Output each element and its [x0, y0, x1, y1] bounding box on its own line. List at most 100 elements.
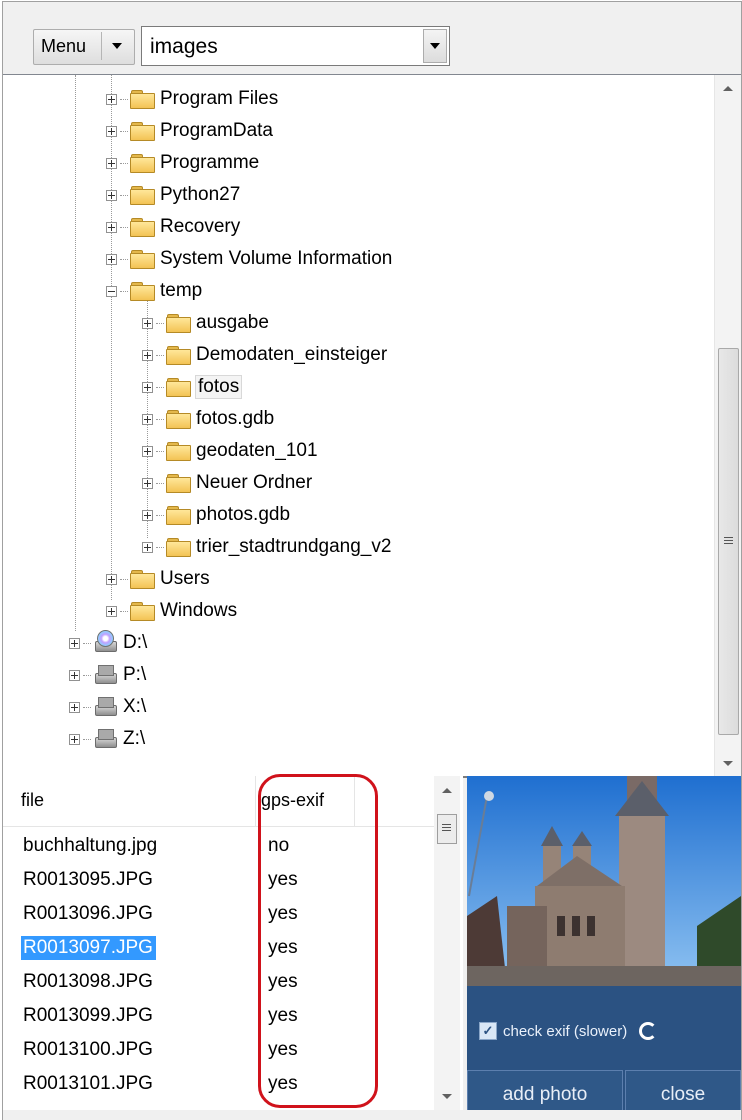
expand-icon[interactable] [106, 573, 117, 585]
tree-scrollbar[interactable] [714, 75, 741, 776]
check-exif-label: check exif (slower) [503, 1022, 628, 1040]
tree-node[interactable]: Windows [106, 596, 237, 626]
file-list[interactable]: file gps-exif buchhaltung.jpg no R0013095… [3, 776, 463, 1120]
tree-node-drive[interactable]: X:\ [69, 692, 146, 722]
folder-tree[interactable]: Program Files ProgramData Programme Pyth… [3, 74, 741, 778]
tree-node-label: Demodaten_einsteiger [196, 344, 388, 365]
tree-node[interactable]: temp [106, 276, 202, 306]
tree-node[interactable]: geodaten_101 [142, 436, 318, 466]
tree-node[interactable]: fotos.gdb [142, 404, 274, 434]
scroll-down-button[interactable] [715, 750, 741, 776]
collapse-icon[interactable] [106, 285, 117, 297]
scroll-thumb[interactable] [437, 814, 457, 844]
tree-node[interactable]: ProgramData [106, 116, 273, 146]
file-name: R0013097.JPG [21, 936, 156, 960]
tree-node-drive[interactable]: P:\ [69, 660, 146, 690]
tree-node[interactable]: Neuer Ordner [142, 468, 312, 498]
tree-node[interactable]: Program Files [106, 84, 278, 114]
arrow-up-icon [723, 85, 733, 91]
path-value: images [150, 35, 218, 58]
expand-icon[interactable] [142, 349, 153, 361]
expand-icon[interactable] [142, 509, 153, 521]
expand-icon[interactable] [142, 477, 153, 489]
file-name: R0013096.JPG [23, 903, 153, 924]
expand-icon[interactable] [69, 669, 80, 681]
tree-node[interactable]: ausgabe [142, 308, 269, 338]
cd-drive-icon [93, 630, 117, 654]
app-window: Menu images Program Files ProgramData Pr… [2, 1, 742, 1120]
folder-icon [166, 442, 191, 461]
scroll-thumb[interactable] [718, 348, 739, 735]
tree-node[interactable]: trier_stadtrundgang_v2 [142, 532, 391, 562]
file-name: R0013101.JPG [23, 1073, 153, 1094]
tree-node[interactable]: Python27 [106, 180, 240, 210]
tree-node-label: X:\ [123, 696, 147, 717]
folder-open-icon [130, 282, 155, 301]
path-combobox[interactable]: images [141, 26, 450, 66]
tree-node-label: photos.gdb [196, 504, 291, 525]
expand-icon[interactable] [106, 125, 117, 137]
tree-node[interactable]: System Volume Information [106, 244, 392, 274]
tree-node[interactable]: Recovery [106, 212, 240, 242]
file-name: R0013100.JPG [23, 1039, 153, 1060]
menu-dropdown-arrow[interactable] [101, 32, 131, 60]
folder-icon [130, 154, 155, 173]
tree-node-drive[interactable]: D:\ [69, 628, 147, 658]
check-exif-option[interactable]: ✓ check exif (slower) [479, 1022, 658, 1040]
arrow-up-icon[interactable] [442, 788, 452, 793]
tree-node-label: Python27 [160, 184, 241, 205]
tree-node[interactable]: Programme [106, 148, 259, 178]
folder-icon [130, 218, 155, 237]
tree-node-drive[interactable]: Z:\ [69, 724, 145, 754]
refresh-icon[interactable] [639, 1022, 658, 1040]
folder-icon [166, 410, 191, 429]
file-list-scrollbar[interactable] [434, 776, 460, 1120]
folder-icon [130, 570, 155, 589]
tree-node-label: Users [160, 568, 210, 589]
folder-icon [166, 538, 191, 557]
folder-icon [166, 346, 191, 365]
tree-node-label: ProgramData [160, 120, 273, 141]
tree-node-label: Recovery [160, 216, 241, 237]
folder-icon [166, 378, 191, 397]
file-name: R0013098.JPG [23, 971, 153, 992]
expand-icon[interactable] [142, 381, 153, 393]
expand-icon[interactable] [69, 701, 80, 713]
tree-node-label: System Volume Information [160, 248, 393, 269]
tree-node-selected[interactable]: fotos [142, 372, 243, 402]
check-exif-checkbox[interactable]: ✓ [479, 1022, 497, 1040]
expand-icon[interactable] [142, 445, 153, 457]
folder-icon [130, 186, 155, 205]
network-drive-icon [93, 728, 117, 750]
expand-icon[interactable] [106, 157, 117, 169]
menu-button[interactable]: Menu [33, 29, 135, 65]
tree-node-label: Z:\ [123, 728, 146, 749]
path-dropdown-button[interactable] [423, 29, 447, 63]
expand-icon[interactable] [69, 733, 80, 745]
expand-icon[interactable] [69, 637, 80, 649]
tree-node-label: ausgabe [196, 312, 269, 333]
expand-icon[interactable] [142, 317, 153, 329]
expand-icon[interactable] [106, 605, 117, 617]
column-header-file[interactable]: file [21, 790, 44, 811]
tree-node[interactable]: Demodaten_einsteiger [142, 340, 387, 370]
folder-icon [166, 506, 191, 525]
tree-node-label: trier_stadtrundgang_v2 [196, 536, 392, 557]
tree-node-label: Neuer Ordner [196, 472, 313, 493]
tree-node[interactable]: Users [106, 564, 210, 594]
arrow-down-icon[interactable] [442, 1094, 452, 1099]
tree-node-label: Windows [160, 600, 238, 621]
expand-icon[interactable] [142, 541, 153, 553]
expand-icon[interactable] [106, 189, 117, 201]
expand-icon[interactable] [106, 253, 117, 265]
tree-node-label: Program Files [160, 88, 279, 109]
expand-icon[interactable] [142, 413, 153, 425]
network-drive-icon [93, 696, 117, 718]
tree-node-label: fotos.gdb [196, 408, 275, 429]
tree-node[interactable]: photos.gdb [142, 500, 290, 530]
expand-icon[interactable] [106, 93, 117, 105]
tree-node-label: temp [160, 280, 203, 301]
scroll-up-button[interactable] [715, 75, 741, 101]
tree-node-label: P:\ [123, 664, 147, 685]
expand-icon[interactable] [106, 221, 117, 233]
